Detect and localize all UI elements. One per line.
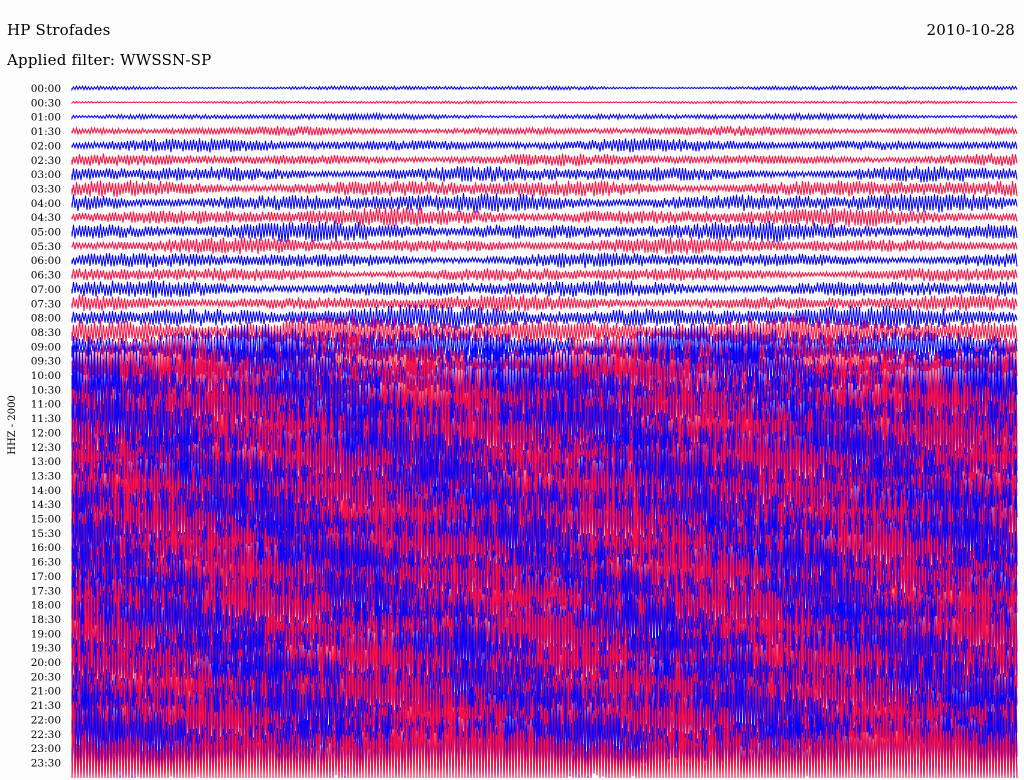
time-tick-label: 21:00 [31,686,61,698]
time-tick-label: 12:30 [31,442,61,454]
time-tick-label: 21:30 [31,700,61,712]
time-tick-label: 09:30 [31,356,61,368]
time-tick-label: 12:00 [31,427,61,439]
time-tick-label: 00:30 [31,97,61,109]
time-tick-label: 07:00 [31,284,61,296]
trace-0030 [71,99,1018,105]
time-tick-label: 06:30 [31,270,61,282]
trace-0300 [71,166,1018,183]
time-tick-label: 07:30 [31,298,61,310]
time-tick-label: 11:30 [31,413,61,425]
time-tick-label: 13:30 [31,470,61,482]
time-tick-label: 17:00 [31,571,61,583]
time-tick-label: 16:00 [31,542,61,554]
time-tick-label: 13:00 [31,456,61,468]
time-tick-label: 04:30 [31,212,61,224]
trace-0630 [71,267,1018,282]
trace-0400 [71,192,1018,213]
trace-0230 [71,153,1018,167]
time-tick-label: 17:30 [31,585,61,597]
time-tick-label: 00:00 [31,83,61,95]
trace-0530 [71,237,1018,255]
time-tick-label: 16:30 [31,557,61,569]
time-tick-label: 03:00 [31,169,61,181]
time-tick-label: 02:30 [31,155,61,167]
time-tick-label: 15:30 [31,528,61,540]
time-tick-label: 10:00 [31,370,61,382]
helicorder-plot: 00:00 00:30 01:00 01:30 02:00 02:30 03:00 03:30… [7,83,1018,779]
trace-0130 [71,125,1018,137]
trace-0500 [71,220,1018,243]
time-tick-label: 09:00 [31,341,61,353]
trace-0200 [71,138,1018,153]
trace-0700 [71,279,1018,298]
time-tick-label: 03:30 [31,183,61,195]
trace-0730 [71,294,1018,312]
time-tick-label: 14:00 [31,485,61,497]
time-tick-label: 14:30 [31,499,61,511]
time-tick-label: 23:00 [31,743,61,755]
time-tick-label: 22:00 [31,714,61,726]
trace-0430 [71,207,1018,228]
time-tick-label: 20:30 [31,671,61,683]
time-tick-label: 10:30 [31,384,61,396]
trace-0000 [71,84,1018,92]
time-tick-label: 18:30 [31,614,61,626]
time-tick-label: 19:30 [31,643,61,655]
trace-0600 [71,252,1018,269]
time-tick-label: 06:00 [31,255,61,267]
time-tick-label: 08:30 [31,327,61,339]
time-tick-label: 01:30 [31,126,61,138]
y-axis-label: HHZ - 2000 [7,395,18,455]
time-tick-label: 18:00 [31,600,61,612]
time-tick-label: 02:00 [31,140,61,152]
time-tick-label: 23:30 [31,757,61,769]
time-tick-label: 15:00 [31,514,61,526]
trace-0100 [71,111,1018,122]
time-tick-label: 08:00 [31,313,61,325]
trace-0330 [71,180,1018,198]
trace-group [71,84,1018,779]
time-tick-label: 19:00 [31,628,61,640]
time-tick-label: 22:30 [31,729,61,741]
time-tick-label: 11:00 [31,399,61,411]
time-tick-label: 05:00 [31,227,61,239]
time-tick-label: 01:00 [31,112,61,124]
time-tick-label: 04:00 [31,198,61,210]
time-tick-label: 20:00 [31,657,61,669]
time-tick-labels: 00:00 00:30 01:00 01:30 02:00 02:30 03:00 03:30… [31,83,61,769]
time-tick-label: 05:30 [31,241,61,253]
